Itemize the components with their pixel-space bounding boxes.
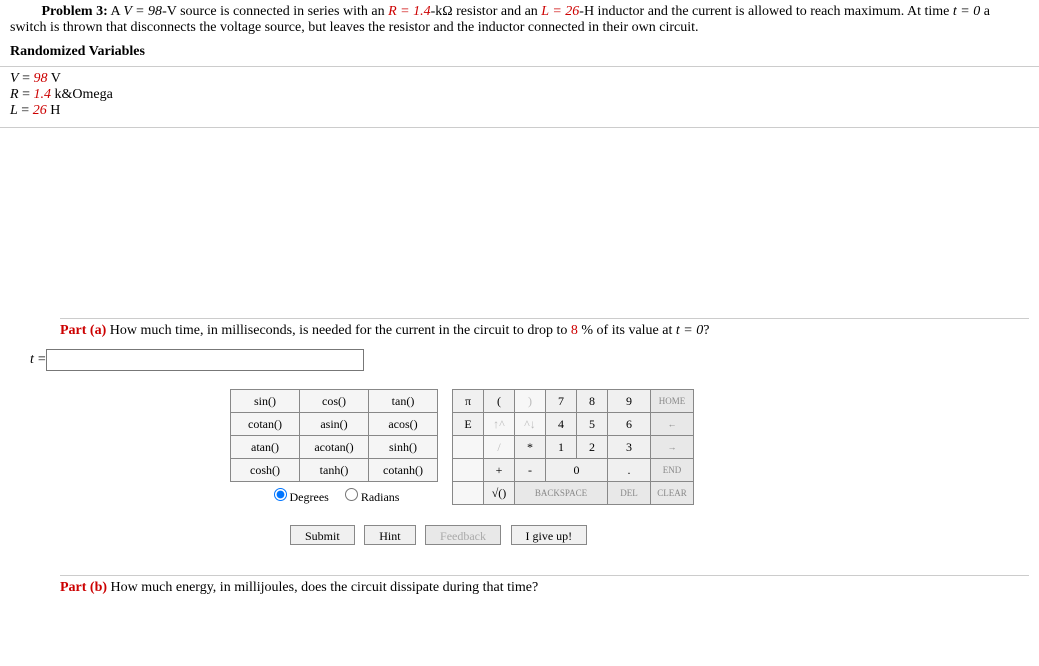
key-dot[interactable]: .: [608, 459, 651, 482]
fn-cotan[interactable]: cotan(): [231, 413, 300, 436]
key-end[interactable]: END: [651, 459, 694, 482]
part-b-header: Part (b) How much energy, in millijoules…: [60, 575, 1029, 596]
key-del[interactable]: DEL: [608, 482, 651, 505]
key-2[interactable]: 2: [577, 436, 608, 459]
feedback-button: Feedback: [425, 525, 501, 545]
key-minus[interactable]: -: [515, 459, 546, 482]
key-7[interactable]: 7: [546, 390, 577, 413]
part-a-label: Part (a): [60, 323, 106, 338]
fn-atan[interactable]: atan(): [231, 436, 300, 459]
giveup-button[interactable]: I give up!: [511, 525, 588, 545]
fn-cotanh[interactable]: cotanh(): [369, 459, 438, 482]
variable-list: V = 98 V R = 1.4 k&Omega L = 26 H: [0, 66, 1039, 128]
fn-asin[interactable]: asin(): [300, 413, 369, 436]
problem-statement: Problem 3: A V = 98-V source is connecte…: [0, 4, 1039, 36]
fn-sinh[interactable]: sinh(): [369, 436, 438, 459]
var-L: L = 26 H: [10, 103, 1029, 119]
key-pi[interactable]: π: [453, 390, 484, 413]
fn-cosh[interactable]: cosh(): [231, 459, 300, 482]
key-rparen[interactable]: ): [515, 390, 546, 413]
part-b-label: Part (b): [60, 580, 107, 595]
key-1[interactable]: 1: [546, 436, 577, 459]
fn-tanh[interactable]: tanh(): [300, 459, 369, 482]
var-R: R = 1.4 k&Omega: [10, 87, 1029, 103]
degrees-radio[interactable]: Degrees: [269, 490, 329, 504]
action-row: Submit Hint Feedback I give up!: [290, 525, 1029, 545]
key-right[interactable]: →: [651, 436, 694, 459]
key-home[interactable]: HOME: [651, 390, 694, 413]
key-3[interactable]: 3: [608, 436, 651, 459]
key-clear[interactable]: CLEAR: [651, 482, 694, 505]
hint-button[interactable]: Hint: [364, 525, 415, 545]
angle-mode: Degrees Radians: [230, 482, 438, 505]
key-9[interactable]: 9: [608, 390, 651, 413]
key-8[interactable]: 8: [577, 390, 608, 413]
key-5[interactable]: 5: [577, 413, 608, 436]
answer-row: t =: [30, 349, 1029, 371]
function-table: sin() cos() tan() cotan() asin() acos() …: [230, 389, 438, 482]
problem-number: Problem 3:: [42, 4, 108, 19]
key-left[interactable]: ←: [651, 413, 694, 436]
key-backspace[interactable]: BACKSPACE: [515, 482, 608, 505]
fn-sin[interactable]: sin(): [231, 390, 300, 413]
var-V: V = 98 V: [10, 71, 1029, 87]
key-4[interactable]: 4: [546, 413, 577, 436]
key-E[interactable]: E: [453, 413, 484, 436]
part-a-header: Part (a) How much time, in milliseconds,…: [60, 318, 1029, 339]
fn-acos[interactable]: acos(): [369, 413, 438, 436]
equals-sign: =: [38, 352, 46, 368]
key-sub[interactable]: ^↓: [515, 413, 546, 436]
keypad: sin() cos() tan() cotan() asin() acos() …: [230, 389, 1029, 505]
key-sup[interactable]: ↑^: [484, 413, 515, 436]
key-lparen[interactable]: (: [484, 390, 515, 413]
randomized-variables-heading: Randomized Variables: [10, 44, 1029, 60]
fn-cos[interactable]: cos(): [300, 390, 369, 413]
key-0[interactable]: 0: [546, 459, 608, 482]
key-mul[interactable]: *: [515, 436, 546, 459]
key-6[interactable]: 6: [608, 413, 651, 436]
key-sqrt[interactable]: √(): [484, 482, 515, 505]
key-plus[interactable]: +: [484, 459, 515, 482]
radians-radio[interactable]: Radians: [340, 490, 400, 504]
fn-tan[interactable]: tan(): [369, 390, 438, 413]
number-pad: π ( ) 7 8 9 HOME E ↑^ ^↓ 4 5 6 ← / *: [452, 389, 694, 505]
answer-input[interactable]: [46, 349, 364, 371]
fn-acotan[interactable]: acotan(): [300, 436, 369, 459]
key-div[interactable]: /: [484, 436, 515, 459]
submit-button[interactable]: Submit: [290, 525, 355, 545]
answer-symbol: t: [30, 352, 34, 368]
